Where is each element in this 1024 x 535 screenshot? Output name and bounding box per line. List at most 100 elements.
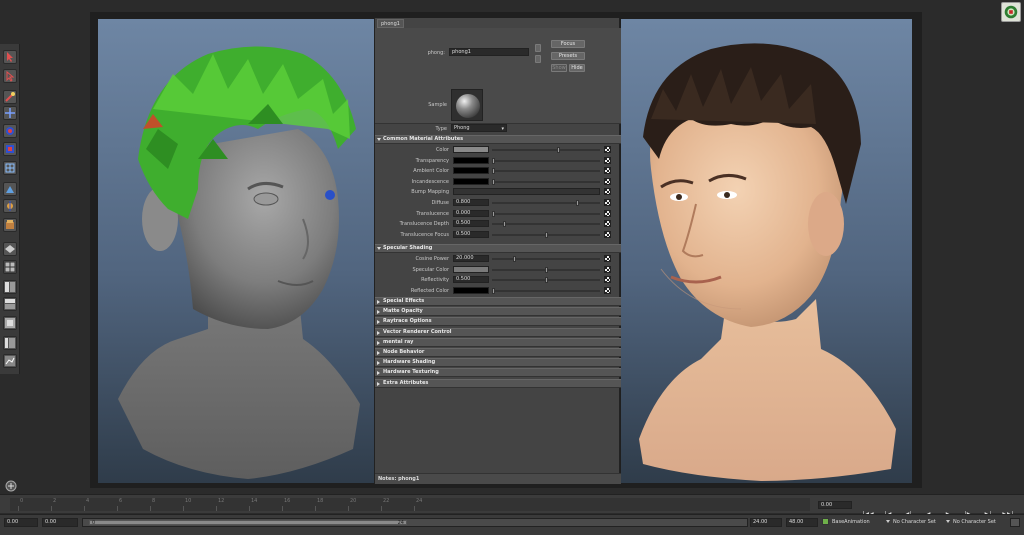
value-field[interactable]: 0.500 <box>453 230 489 238</box>
viewport-right[interactable] <box>621 19 912 483</box>
soft-mod-icon[interactable] <box>3 182 17 196</box>
section-common-material[interactable]: Common Material Attributes <box>375 135 621 144</box>
tab-phong1[interactable]: phong1 <box>377 19 404 28</box>
layout-side-icon[interactable] <box>3 280 17 294</box>
value-field[interactable]: 0.500 <box>453 220 489 228</box>
lasso-tool-icon[interactable] <box>3 69 17 83</box>
time-slider[interactable]: 024681012141618202224 0.00 |◀◀|◀◀|◀▶|▶▶|… <box>0 494 1024 518</box>
select-tool-icon[interactable] <box>3 50 17 64</box>
section-collapsed[interactable]: Vector Renderer Control <box>375 327 621 337</box>
map-texture-icon[interactable] <box>604 146 611 153</box>
attr-slider[interactable] <box>492 266 600 273</box>
range-slider[interactable]: 0 24 <box>82 518 748 527</box>
end-time-field[interactable]: 48.00 <box>786 518 818 527</box>
map-texture-icon[interactable] <box>604 188 611 196</box>
map-texture-icon[interactable] <box>604 286 611 294</box>
slider-knob[interactable] <box>492 287 495 294</box>
current-frame-field[interactable]: 0.00 <box>818 501 852 509</box>
section-collapsed[interactable]: Hardware Shading <box>375 358 621 368</box>
manipulator-icon[interactable] <box>3 161 17 175</box>
map-texture-icon[interactable] <box>604 177 611 185</box>
slider-knob[interactable] <box>557 147 561 153</box>
character-set-selector-2[interactable]: No Character Set <box>946 518 996 527</box>
attr-slider[interactable] <box>492 157 600 164</box>
value-field[interactable]: 20.000 <box>453 255 489 262</box>
type-dropdown[interactable]: Phong ▾ <box>451 124 507 132</box>
layout-outliner-icon[interactable] <box>3 336 17 350</box>
section-collapsed[interactable]: mental ray <box>375 337 621 347</box>
section-collapsed[interactable]: Extra Attributes <box>375 378 621 388</box>
character-set-selector-1[interactable]: No Character Set <box>886 518 936 527</box>
viewport-left[interactable] <box>98 19 374 483</box>
scale-tool-icon[interactable] <box>3 142 17 156</box>
section-specular-shading[interactable]: Specular Shading <box>375 244 621 253</box>
attr-slider[interactable] <box>492 168 600 175</box>
anim-layer-selector[interactable]: BaseAnimation <box>822 518 870 527</box>
input-connection-icon[interactable] <box>535 44 541 52</box>
paint-select-icon[interactable] <box>3 90 17 104</box>
layout-single-icon[interactable] <box>3 242 17 256</box>
section-collapsed[interactable]: Raytrace Options <box>375 317 621 327</box>
prefs-icon[interactable] <box>1010 518 1020 527</box>
start-time-field[interactable]: 0.00 <box>4 518 38 527</box>
color-swatch[interactable] <box>453 167 489 175</box>
map-texture-icon[interactable] <box>604 199 611 206</box>
presets-button[interactable]: Presets <box>551 52 585 60</box>
value-field[interactable]: 0.500 <box>453 276 489 284</box>
range-slider-thumb[interactable]: 0 24 <box>89 520 407 526</box>
color-swatch[interactable] <box>453 177 489 185</box>
slider-knob[interactable] <box>544 266 548 273</box>
map-texture-icon[interactable] <box>604 209 611 217</box>
bump-map-field[interactable] <box>453 188 600 196</box>
section-collapsed[interactable]: Matte Opacity <box>375 307 621 317</box>
attr-slider[interactable] <box>492 221 600 228</box>
value-field[interactable]: 0.000 <box>453 209 489 217</box>
slider-knob[interactable] <box>492 168 495 175</box>
show-button[interactable]: Show <box>551 64 567 72</box>
section-collapsed[interactable]: Hardware Texturing <box>375 368 621 378</box>
map-texture-icon[interactable] <box>604 230 611 238</box>
layout-graph-icon[interactable] <box>3 354 17 368</box>
attr-slider[interactable] <box>492 256 600 262</box>
slider-knob[interactable] <box>544 231 548 238</box>
attr-slider[interactable] <box>492 200 600 206</box>
rotate-tool-icon[interactable] <box>3 124 17 138</box>
section-collapsed[interactable]: Special Effects <box>375 297 621 306</box>
material-name-field[interactable]: phong1 <box>449 48 529 56</box>
notes-bar[interactable]: Notes: phong1 <box>375 473 621 484</box>
slider-knob[interactable] <box>492 178 495 185</box>
color-swatch[interactable] <box>453 286 489 294</box>
slider-knob[interactable] <box>502 221 506 228</box>
playback-end-field[interactable]: 24.00 <box>750 518 782 527</box>
focus-button[interactable]: Focus <box>551 40 585 48</box>
playback-start-field[interactable]: 0.00 <box>42 518 78 527</box>
output-connection-icon[interactable] <box>535 55 541 63</box>
section-collapsed[interactable]: Node Behavior <box>375 348 621 357</box>
slider-knob[interactable] <box>513 256 516 262</box>
slider-knob[interactable] <box>492 210 495 217</box>
map-texture-icon[interactable] <box>604 276 611 284</box>
slider-knob[interactable] <box>492 157 495 164</box>
attr-slider[interactable] <box>492 231 600 238</box>
attr-slider[interactable] <box>492 210 600 217</box>
layout-persp-icon[interactable] <box>3 316 17 330</box>
hide-button[interactable]: Hide <box>569 64 585 72</box>
color-swatch[interactable] <box>453 156 489 164</box>
layout-four-icon[interactable] <box>3 260 17 274</box>
color-swatch[interactable] <box>453 146 489 153</box>
map-texture-icon[interactable] <box>604 265 611 273</box>
map-texture-icon[interactable] <box>604 167 611 175</box>
show-manip-icon[interactable] <box>3 199 17 213</box>
last-tool-icon[interactable] <box>3 218 17 232</box>
move-tool-icon[interactable] <box>3 106 17 120</box>
map-texture-icon[interactable] <box>604 220 611 228</box>
color-swatch[interactable] <box>453 265 489 273</box>
attr-slider[interactable] <box>492 147 600 153</box>
time-slider-track[interactable]: 0 2 4 6 8 10 12 14 16 18 20 22 24 <box>10 498 810 511</box>
attr-slider[interactable] <box>492 277 600 284</box>
layout-stack-icon[interactable] <box>3 297 17 311</box>
attr-slider[interactable] <box>492 287 600 294</box>
slider-knob[interactable] <box>544 277 548 284</box>
script-editor-icon[interactable] <box>4 478 18 492</box>
map-texture-icon[interactable] <box>604 255 611 262</box>
